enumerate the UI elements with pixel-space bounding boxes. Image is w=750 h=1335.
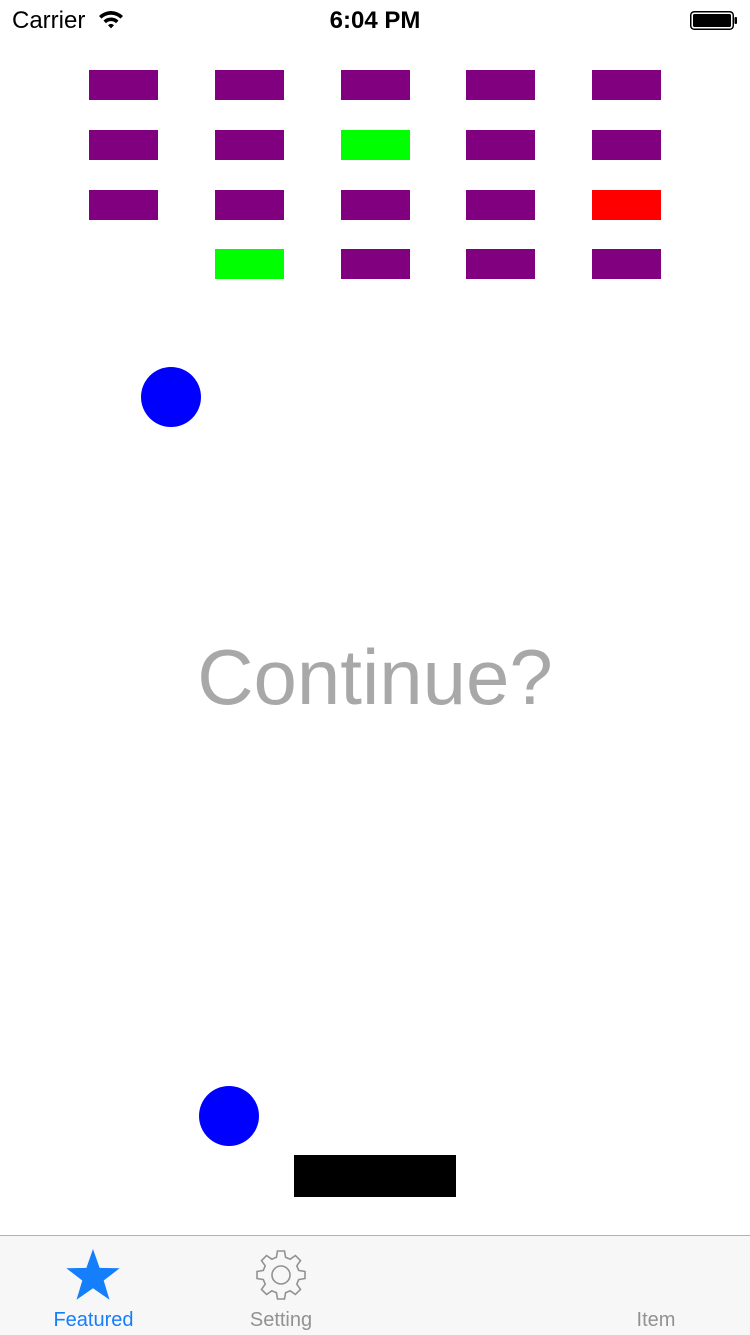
ball bbox=[141, 367, 201, 427]
brick bbox=[89, 130, 158, 160]
battery-icon bbox=[690, 11, 737, 30]
paddle[interactable] bbox=[294, 1155, 456, 1197]
status-bar: Carrier 6:04 PM bbox=[0, 0, 750, 40]
tab-label: Featured bbox=[53, 1309, 134, 1331]
brick bbox=[592, 130, 661, 160]
tab-bar: Featured Setting Item bbox=[0, 1235, 750, 1335]
brick bbox=[341, 130, 410, 160]
tab-label: Setting bbox=[249, 1309, 313, 1331]
brick bbox=[215, 190, 284, 220]
brick bbox=[466, 190, 535, 220]
brick bbox=[466, 130, 535, 160]
tab-item[interactable]: Item bbox=[562, 1236, 750, 1335]
brick bbox=[341, 249, 410, 279]
brick bbox=[215, 130, 284, 160]
brick bbox=[592, 190, 661, 220]
brick bbox=[466, 70, 535, 100]
brick bbox=[592, 70, 661, 100]
ball bbox=[199, 1086, 259, 1146]
star-icon bbox=[66, 1249, 120, 1300]
brick bbox=[341, 70, 410, 100]
brick bbox=[466, 249, 535, 279]
brick bbox=[341, 190, 410, 220]
tab-featured[interactable]: Featured bbox=[0, 1236, 187, 1335]
tab-label: Item bbox=[636, 1309, 676, 1331]
gear-icon bbox=[256, 1250, 306, 1300]
brick bbox=[215, 70, 284, 100]
clock-time: 6:04 PM bbox=[329, 7, 421, 34]
brick bbox=[215, 249, 284, 279]
continue-prompt[interactable]: Continue? bbox=[0, 638, 750, 716]
brick bbox=[89, 70, 158, 100]
brick bbox=[592, 249, 661, 279]
tab-setting[interactable]: Setting bbox=[187, 1236, 375, 1335]
game-board[interactable]: Continue? bbox=[0, 40, 750, 1235]
brick bbox=[89, 190, 158, 220]
